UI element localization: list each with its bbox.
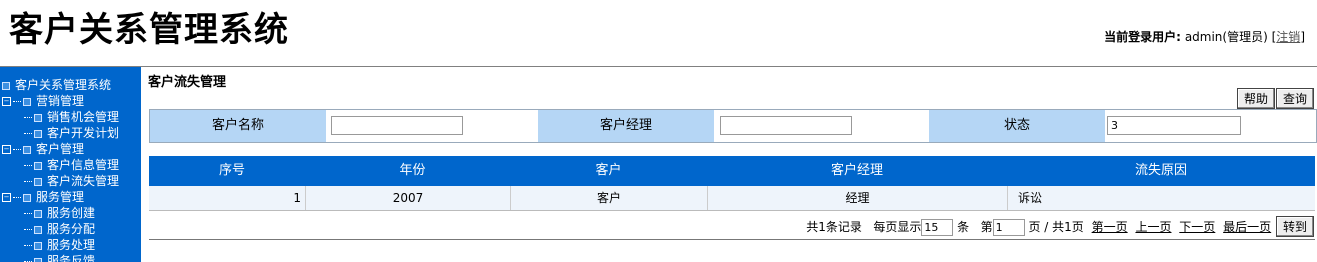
tree-line (24, 165, 32, 166)
cell-index: 1 (149, 186, 306, 210)
folder-icon (23, 193, 31, 202)
page-suffix: 页 / 共1页 (1028, 220, 1084, 234)
page-title: 客户流失管理 (148, 75, 227, 90)
tree-line (13, 149, 21, 150)
current-user-label: 当前登录用户: (1104, 30, 1181, 44)
sidebar-item-sales-opportunity[interactable]: 销售机会管理 (2, 109, 119, 125)
page-input[interactable] (992, 219, 1025, 236)
tree-line (24, 181, 32, 182)
sidebar-item-label: 服务创建 (47, 206, 96, 220)
toolbar: 帮助 查询 (1236, 88, 1314, 109)
page-icon (34, 129, 42, 138)
sidebar-item-customer-info[interactable]: 客户信息管理 (2, 157, 119, 173)
last-page-link[interactable]: 最后一页 (1223, 220, 1271, 234)
customer-name-input[interactable] (331, 116, 463, 135)
total-records: 共1条记录 (806, 220, 862, 234)
customer-name-label: 客户名称 (150, 110, 326, 142)
user-bar: 当前登录用户: admin(管理员) [注销] (1104, 28, 1305, 45)
query-button[interactable]: 查询 (1275, 88, 1314, 109)
app-title: 客户关系管理系统 (9, 10, 289, 50)
tree-group-service[interactable]: − 服务管理 (2, 189, 119, 205)
logout-link[interactable]: 注销 (1276, 30, 1300, 44)
sidebar-item-label: 客户开发计划 (47, 126, 120, 140)
search-panel: 客户名称 客户经理 状态 (149, 109, 1317, 143)
sidebar-item-label: 服务处理 (47, 238, 96, 252)
sidebar: 客户关系管理系统 − 营销管理 销售机会管理 客户开发计划 − 客户管理 客户信息管… (0, 67, 141, 262)
page-icon (34, 161, 42, 170)
col-year: 年份 (399, 163, 426, 178)
col-index: 序号 (218, 163, 245, 178)
sidebar-item-service-create[interactable]: 服务创建 (2, 205, 119, 221)
tree-group-marketing[interactable]: − 营销管理 (2, 93, 119, 109)
col-manager: 客户经理 (830, 163, 883, 178)
tree-group-customer[interactable]: − 客户管理 (2, 141, 119, 157)
sidebar-item-service-process[interactable]: 服务处理 (2, 237, 119, 253)
collapse-icon: − (2, 97, 11, 106)
current-user-name: admin(管理员) (1184, 30, 1268, 44)
tree-line (24, 133, 32, 134)
bracket-close: ] (1300, 30, 1305, 44)
goto-button[interactable]: 转到 (1275, 216, 1314, 237)
help-button[interactable]: 帮助 (1236, 88, 1275, 109)
sidebar-item-label: 客户流失管理 (47, 174, 120, 188)
tree-line (24, 229, 32, 230)
tree-line (24, 213, 32, 214)
page-icon (34, 177, 42, 186)
cell-manager: 经理 (708, 186, 1008, 210)
folder-icon (23, 97, 31, 106)
first-page-link[interactable]: 第一页 (1092, 220, 1128, 234)
tree-group-label: 服务管理 (36, 190, 85, 204)
page-icon (34, 209, 42, 218)
loss-table: 序号 年份 客户 客户经理 流失原因 1 2007 客户 经理 诉讼 (149, 156, 1315, 211)
collapse-icon: − (2, 193, 11, 202)
sidebar-item-customer-loss[interactable]: 客户流失管理 (2, 173, 119, 189)
page-icon (34, 113, 42, 122)
tree-root-label: 客户关系管理系统 (15, 78, 112, 92)
table-header: 序号 年份 客户 客户经理 流失原因 (149, 156, 1315, 186)
prev-page-link[interactable]: 上一页 (1135, 220, 1171, 234)
collapse-icon: − (2, 145, 11, 154)
page-icon (34, 225, 42, 234)
sidebar-item-service-assign[interactable]: 服务分配 (2, 221, 119, 237)
app-header: 客户关系管理系统 当前登录用户: admin(管理员) [注销] (0, 0, 1317, 67)
status-label: 状态 (929, 110, 1105, 142)
cell-reason: 诉讼 (1018, 191, 1043, 205)
manager-input[interactable] (720, 116, 852, 135)
pagination: 共1条记录 每页显示 条 第 页 / 共1页 第一页 上一页 下一页 最后一页 … (806, 216, 1314, 237)
sidebar-item-label: 销售机会管理 (47, 110, 120, 124)
col-customer: 客户 (595, 163, 622, 178)
cell-customer: 客户 (511, 186, 708, 210)
tree-group-label: 营销管理 (36, 94, 85, 108)
divider (149, 239, 1315, 240)
per-page-unit: 条 (957, 220, 970, 234)
page-icon (34, 241, 42, 250)
tree-root[interactable]: 客户关系管理系统 (2, 77, 119, 93)
per-page-input[interactable] (921, 219, 954, 236)
nav-tree: 客户关系管理系统 − 营销管理 销售机会管理 客户开发计划 − 客户管理 客户信息管… (2, 77, 119, 262)
status-input[interactable] (1107, 116, 1241, 135)
table-row[interactable]: 1 2007 客户 经理 诉讼 (149, 186, 1315, 211)
col-reason: 流失原因 (1134, 163, 1187, 178)
page-icon (34, 257, 42, 262)
page-label: 第 (980, 220, 993, 234)
tree-group-label: 客户管理 (36, 142, 85, 156)
folder-icon (23, 145, 31, 154)
tree-line (13, 101, 21, 102)
tree-line (24, 117, 32, 118)
sidebar-item-service-feedback[interactable]: 服务反馈 (2, 253, 119, 262)
sidebar-item-label: 服务反馈 (47, 254, 96, 262)
next-page-link[interactable]: 下一页 (1179, 220, 1215, 234)
per-page-label: 每页显示 (873, 220, 922, 234)
manager-label: 客户经理 (538, 110, 714, 142)
tree-line (24, 245, 32, 246)
sidebar-item-label: 客户信息管理 (47, 158, 120, 172)
sidebar-item-dev-plan[interactable]: 客户开发计划 (2, 125, 119, 141)
sidebar-item-label: 服务分配 (47, 222, 96, 236)
tree-line (13, 197, 21, 198)
folder-icon (2, 81, 10, 90)
cell-year: 2007 (306, 186, 511, 210)
